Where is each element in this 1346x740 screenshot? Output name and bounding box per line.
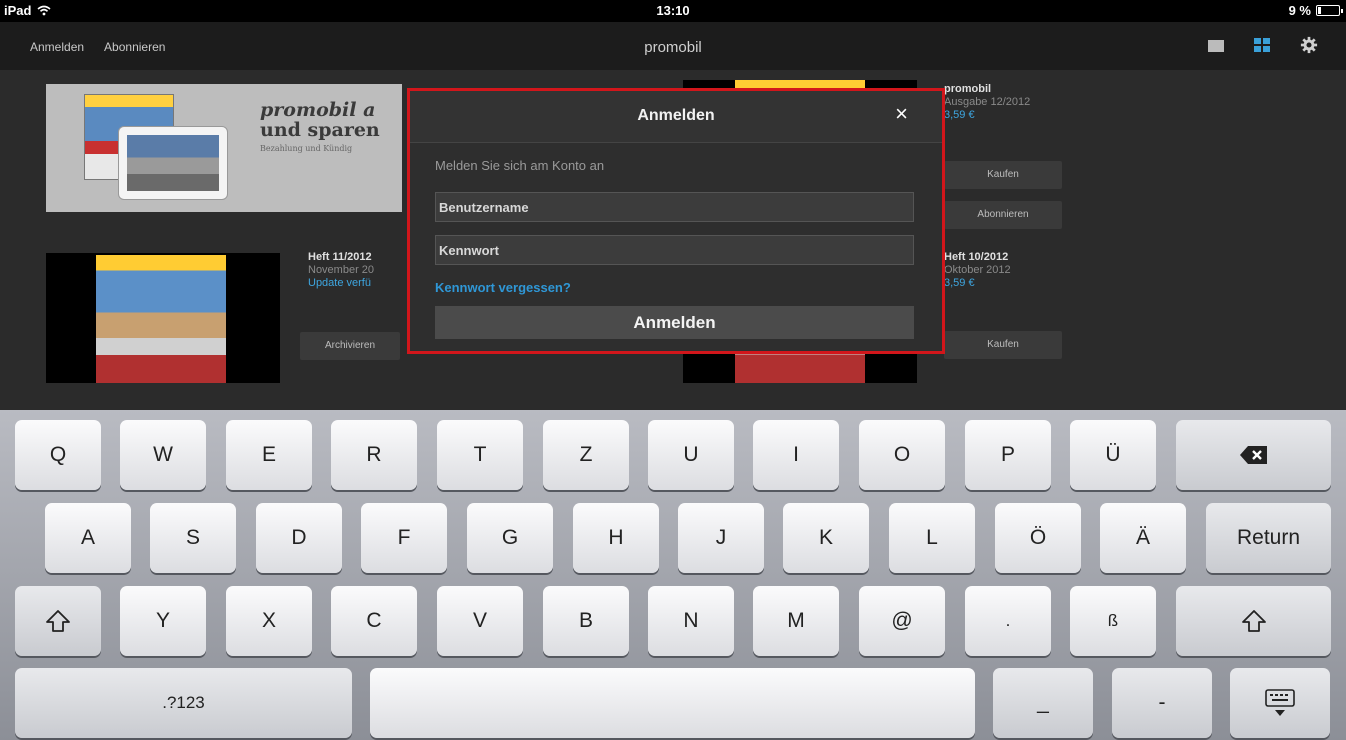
key-u[interactable]: U bbox=[648, 420, 734, 490]
username-field[interactable] bbox=[435, 192, 914, 222]
shift-key-right[interactable] bbox=[1176, 586, 1331, 656]
single-view-icon[interactable] bbox=[1208, 40, 1224, 52]
key-y[interactable]: Y bbox=[120, 586, 206, 656]
banner-title-line1: promobil a bbox=[260, 99, 376, 121]
key-z[interactable]: Z bbox=[543, 420, 629, 490]
password-field[interactable] bbox=[435, 235, 914, 265]
key-eszett[interactable]: ß bbox=[1070, 586, 1156, 656]
key-w[interactable]: W bbox=[120, 420, 206, 490]
numbers-key[interactable]: .?123 bbox=[15, 668, 352, 738]
key-o[interactable]: O bbox=[859, 420, 945, 490]
key-f[interactable]: F bbox=[361, 503, 447, 573]
page-title: promobil bbox=[644, 39, 702, 56]
shift-key-left[interactable] bbox=[15, 586, 101, 656]
status-bar: iPad 13:10 9 % bbox=[0, 0, 1346, 22]
key-oe[interactable]: Ö bbox=[995, 503, 1081, 573]
issue-price: 3,59 € bbox=[944, 277, 975, 289]
banner-title-line2: und sparen bbox=[260, 119, 380, 141]
issue-date: November 20 bbox=[308, 264, 375, 276]
key-period[interactable]: . bbox=[965, 586, 1051, 656]
underscore-key[interactable]: _ bbox=[993, 668, 1093, 738]
key-ae[interactable]: Ä bbox=[1100, 503, 1186, 573]
key-q[interactable]: Q bbox=[15, 420, 101, 490]
banner-subtitle: Bezahlung und Kündig bbox=[260, 144, 353, 153]
issue-cover-11-2012[interactable] bbox=[46, 253, 280, 383]
key-b[interactable]: B bbox=[543, 586, 629, 656]
issue-title: promobil bbox=[944, 83, 992, 95]
login-submit-button[interactable]: Anmelden bbox=[435, 306, 914, 339]
issue-date: Oktober 2012 bbox=[944, 264, 1011, 276]
issue-info-10-2012: Heft 10/2012 Oktober 2012 3,59 € bbox=[944, 251, 1011, 290]
battery-percent: 9 % bbox=[1288, 3, 1311, 18]
dismiss-keyboard-key[interactable] bbox=[1230, 668, 1330, 738]
key-m[interactable]: M bbox=[753, 586, 839, 656]
close-icon[interactable]: × bbox=[895, 103, 908, 125]
space-key[interactable] bbox=[370, 668, 975, 738]
key-n[interactable]: N bbox=[648, 586, 734, 656]
key-i[interactable]: I bbox=[753, 420, 839, 490]
buy-button[interactable]: Kaufen bbox=[944, 331, 1062, 359]
subscribe-button[interactable]: Abonnieren bbox=[944, 201, 1062, 229]
grid-view-icon[interactable] bbox=[1254, 38, 1270, 52]
key-a[interactable]: A bbox=[45, 503, 131, 573]
issue-info-12-2012: promobil Ausgabe 12/2012 3,59 € bbox=[944, 83, 1030, 122]
key-l[interactable]: L bbox=[889, 503, 975, 573]
dialog-subtitle: Melden Sie sich am Konto an bbox=[435, 158, 605, 173]
key-x[interactable]: X bbox=[226, 586, 312, 656]
issue-title: Heft 10/2012 bbox=[944, 251, 1009, 263]
nav-bar: Anmelden Abonnieren promobil bbox=[0, 22, 1346, 70]
key-d[interactable]: D bbox=[256, 503, 342, 573]
key-r[interactable]: R bbox=[331, 420, 417, 490]
dash-key[interactable]: - bbox=[1112, 668, 1212, 738]
key-g[interactable]: G bbox=[467, 503, 553, 573]
key-ue[interactable]: Ü bbox=[1070, 420, 1156, 490]
return-key[interactable]: Return bbox=[1206, 503, 1331, 573]
issue-title: Heft 11/2012 bbox=[308, 251, 372, 263]
buy-button[interactable]: Kaufen bbox=[944, 161, 1062, 189]
dialog-title: Anmelden bbox=[637, 107, 715, 124]
login-dialog: Anmelden × Melden Sie sich am Konto an K… bbox=[407, 88, 945, 354]
key-k[interactable]: K bbox=[783, 503, 869, 573]
forgot-password-link[interactable]: Kennwort vergessen? bbox=[435, 280, 571, 295]
backspace-key[interactable] bbox=[1176, 420, 1331, 490]
archive-button[interactable]: Archivieren bbox=[300, 332, 400, 360]
onscreen-keyboard: Q W E R T Z U I O P Ü A S D F G H J K L … bbox=[0, 410, 1346, 740]
gear-icon[interactable] bbox=[1300, 36, 1318, 54]
key-h[interactable]: H bbox=[573, 503, 659, 573]
key-c[interactable]: C bbox=[331, 586, 417, 656]
battery-icon bbox=[1316, 5, 1343, 16]
key-j[interactable]: J bbox=[678, 503, 764, 573]
issue-date: Ausgabe 12/2012 bbox=[944, 96, 1031, 108]
dialog-header: Anmelden × bbox=[410, 91, 942, 143]
key-s[interactable]: S bbox=[150, 503, 236, 573]
promo-banner[interactable]: promobil a und sparen Bezahlung und Künd… bbox=[46, 84, 402, 212]
issue-price: 3,59 € bbox=[944, 109, 975, 121]
key-p[interactable]: P bbox=[965, 420, 1051, 490]
issue-info-11-2012: Heft 11/2012 November 20 Update verfü bbox=[308, 251, 374, 290]
key-t[interactable]: T bbox=[437, 420, 523, 490]
key-at[interactable]: @ bbox=[859, 586, 945, 656]
shift-icon bbox=[46, 610, 70, 632]
keyboard-dismiss-icon bbox=[1265, 689, 1295, 716]
backspace-icon bbox=[1239, 446, 1267, 464]
shift-icon bbox=[1241, 610, 1266, 632]
key-e[interactable]: E bbox=[226, 420, 312, 490]
clock: 13:10 bbox=[656, 3, 690, 18]
issue-status: Update verfü bbox=[308, 277, 371, 289]
tablet-image bbox=[118, 126, 228, 200]
key-v[interactable]: V bbox=[437, 586, 523, 656]
